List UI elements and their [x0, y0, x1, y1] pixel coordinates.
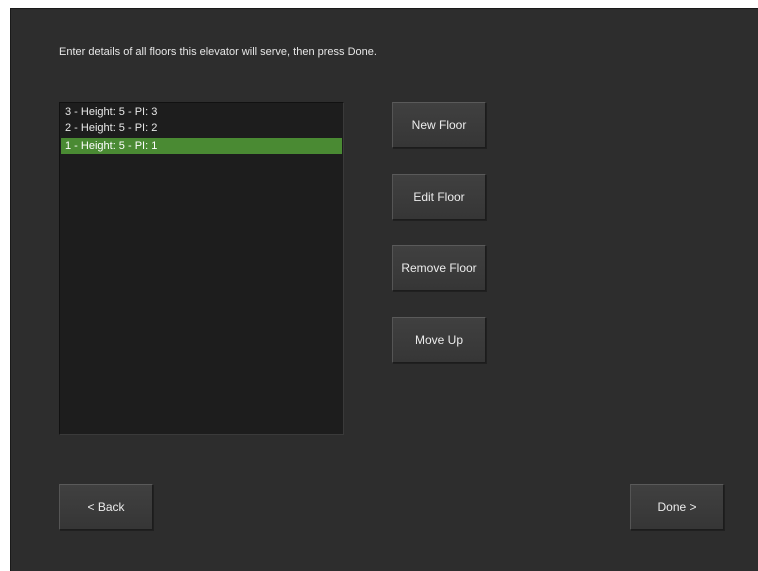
edit-floor-button[interactable]: Edit Floor	[392, 174, 486, 220]
wizard-window: Enter details of all floors this elevato…	[10, 8, 758, 571]
floor-list-item-selected[interactable]: 1 - Height: 5 - PI: 1	[61, 138, 342, 154]
floor-list-item[interactable]: 2 - Height: 5 - PI: 2	[61, 120, 342, 136]
move-up-button[interactable]: Move Up	[392, 317, 486, 363]
instruction-text: Enter details of all floors this elevato…	[59, 46, 377, 58]
new-floor-button[interactable]: New Floor	[392, 102, 486, 148]
back-button[interactable]: < Back	[59, 484, 153, 530]
floor-list[interactable]: 3 - Height: 5 - PI: 3 2 - Height: 5 - PI…	[59, 102, 344, 435]
remove-floor-button[interactable]: Remove Floor	[392, 245, 486, 291]
floor-list-item[interactable]: 3 - Height: 5 - PI: 3	[61, 104, 342, 120]
done-button[interactable]: Done >	[630, 484, 724, 530]
